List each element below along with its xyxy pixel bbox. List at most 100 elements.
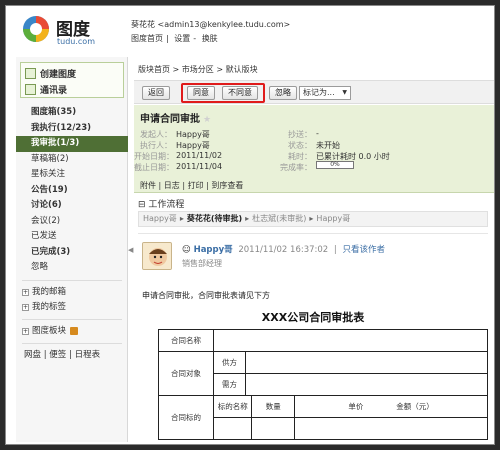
post-intro: 申请合同审批，合同审批表请见下方 (142, 291, 270, 300)
breadcrumb-default[interactable]: 默认版块 (226, 65, 258, 74)
breadcrumb-market[interactable]: 市场分区 (182, 65, 214, 74)
sender-label: 发起人： (140, 130, 172, 139)
ignore-button[interactable]: 忽略 (269, 86, 297, 100)
table-cell: 标的名称 (212, 395, 253, 418)
sidebar-item-meetings[interactable]: 会议(2) (16, 214, 128, 230)
start-date-value: 2011/11/02 (176, 151, 223, 160)
start-date-label: 开始日期： (134, 152, 174, 161)
chevron-down-icon: ▼ (342, 89, 347, 96)
logo-subtitle: tudu.com (57, 37, 95, 46)
sidebar-item-ignored[interactable]: 忽略 (16, 260, 128, 276)
workflow-steps: Happy哥 ▸ 葵花花(待审批) ▸ 杜志斌(未审批) ▸ Happy哥 (138, 211, 488, 227)
link-separator: | (43, 349, 47, 360)
arrow-right-icon: ▸ (309, 214, 314, 223)
log-link[interactable]: 日志 (164, 181, 180, 190)
arrow-right-icon: ▸ (179, 214, 184, 223)
create-tudu-label: 创建图度 (40, 69, 77, 80)
author-name[interactable]: Happy哥 (194, 245, 233, 255)
disagree-button[interactable]: 不同意 (222, 86, 258, 100)
logo[interactable]: 图度 tudu.com (21, 14, 101, 52)
sidebar-item-completed[interactable]: 已完成(3) (16, 245, 128, 261)
table-cell: 供方 (213, 351, 246, 374)
sidebar-item-sent[interactable]: 已发送 (16, 229, 128, 245)
amount-header: 金额（元） (396, 402, 434, 411)
user-identity: 葵花花 <admin13@kenkylee.tudu.com> (131, 20, 291, 29)
divider (22, 342, 122, 344)
print-link[interactable]: 打印 (188, 181, 204, 190)
sidebar-group-tags-label: 我的标签 (32, 301, 67, 312)
table-cell: 合同对象 (158, 351, 214, 396)
create-tudu-button[interactable]: 创建图度 (25, 65, 76, 81)
home-link[interactable]: 图度首页 (131, 34, 163, 43)
avatar-icon (143, 243, 171, 269)
sidebar-item-executing[interactable]: 我执行(12/23) (16, 121, 128, 137)
table-cell (245, 373, 488, 396)
sidebar-item-notices[interactable]: 公告(19) (16, 183, 128, 199)
avatar[interactable] (142, 242, 172, 270)
post: ☺ Happy哥 2011/11/02 16:37:02 | 只看该作者 销售部… (138, 233, 488, 444)
collapse-sidebar-icon[interactable]: ◀ (128, 246, 133, 258)
expand-icon[interactable]: + (22, 303, 29, 311)
task-info-panel: 申请合同审批 ★ 发起人： Happy哥 执行人： Happy哥 开始日期： 20… (134, 105, 494, 193)
cc-value: - (316, 129, 319, 138)
expand-icon[interactable]: + (22, 327, 29, 335)
table-cell (213, 329, 488, 352)
task-title-text: 申请合同审批 (140, 114, 200, 125)
breadcrumb-home[interactable]: 版块首页 (138, 65, 170, 74)
contacts-button[interactable]: 通讯录 (25, 81, 67, 97)
table-cell (212, 417, 253, 440)
calendar-link[interactable]: 日程表 (75, 350, 101, 360)
table-cell: 合同标的 (158, 395, 214, 440)
workflow-heading[interactable]: ⊟ 工作流程 (138, 197, 184, 210)
contacts-label: 通讯录 (40, 85, 68, 96)
sidebar-item-starred[interactable]: 星标关注 (16, 167, 128, 183)
quick-actions: 创建图度 通讯录 (20, 62, 124, 98)
back-button[interactable]: 返回 (142, 86, 170, 100)
attachments-link[interactable]: 附件 (140, 181, 156, 190)
table-cell (251, 417, 296, 440)
executor-label: 执行人： (140, 141, 172, 150)
end-date-value: 2011/11/04 (176, 162, 223, 171)
sidebar-item-inbox[interactable]: 图度箱(35) (16, 105, 128, 121)
workflow-step-current: 葵花花(待审批) (186, 214, 243, 223)
table-cell: 合同名称 (158, 329, 214, 352)
author-role: 销售部经理 (182, 259, 222, 268)
table-cell (245, 351, 488, 374)
board-icon (70, 327, 79, 335)
workflow-step: Happy哥 (143, 214, 177, 223)
status-value: 未开始 (316, 141, 340, 150)
sidebar-item-drafts[interactable]: 草稿箱(2) (16, 152, 128, 168)
sidebar-group-board[interactable]: + 图度板块 (16, 324, 128, 339)
link-separator: | (166, 34, 169, 43)
sidebar-item-approving[interactable]: 我审批(1/3) (16, 136, 128, 152)
sidebar-group-board-label: 图度板块 (32, 325, 67, 336)
link-separator: | (206, 181, 209, 190)
link-separator: | (182, 181, 186, 190)
link-separator: | (333, 245, 337, 255)
mark-as-select[interactable]: 标记为... ▼ (299, 86, 351, 100)
netdisk-link[interactable]: 网盘 (24, 350, 41, 360)
agree-button[interactable]: 同意 (187, 86, 215, 100)
sidebar-group-mail[interactable]: + 我的邮箱 (16, 285, 128, 300)
breadcrumb-sep: > (216, 65, 224, 74)
sidebar-item-discussions[interactable]: 讨论(6) (16, 198, 128, 214)
header: 图度 tudu.com 葵花花 <admin13@kenkylee.tudu.c… (6, 6, 494, 56)
table-row: 合同标的 标的名称 数量 单价 金额（元） (158, 395, 488, 440)
star-icon[interactable]: ★ (203, 115, 211, 125)
breadcrumb: 版块首页 > 市场分区 > 默认版块 (138, 64, 258, 75)
link-separator: - (193, 34, 197, 43)
breadcrumb-sep: > (172, 65, 180, 74)
sidebar-group-mail-label: 我的邮箱 (32, 286, 67, 297)
settings-link[interactable]: 设置 (174, 34, 190, 43)
task-title: 申请合同审批 ★ (140, 110, 211, 125)
expand-icon[interactable]: + (22, 288, 29, 296)
reverse-order-link[interactable]: 到序查看 (211, 181, 243, 190)
skin-link[interactable]: 换肤 (202, 34, 218, 43)
expand-icon[interactable]: ⊟ (138, 200, 146, 210)
notes-link[interactable]: 便签 (49, 350, 66, 360)
sidebar-group-tags[interactable]: + 我的标签 (16, 300, 128, 315)
only-author-link[interactable]: 只看该作者 (343, 245, 386, 255)
workflow-step: 杜志斌(未审批) (252, 214, 307, 223)
contacts-icon (25, 83, 36, 95)
progress-bar: 0% (316, 161, 354, 169)
